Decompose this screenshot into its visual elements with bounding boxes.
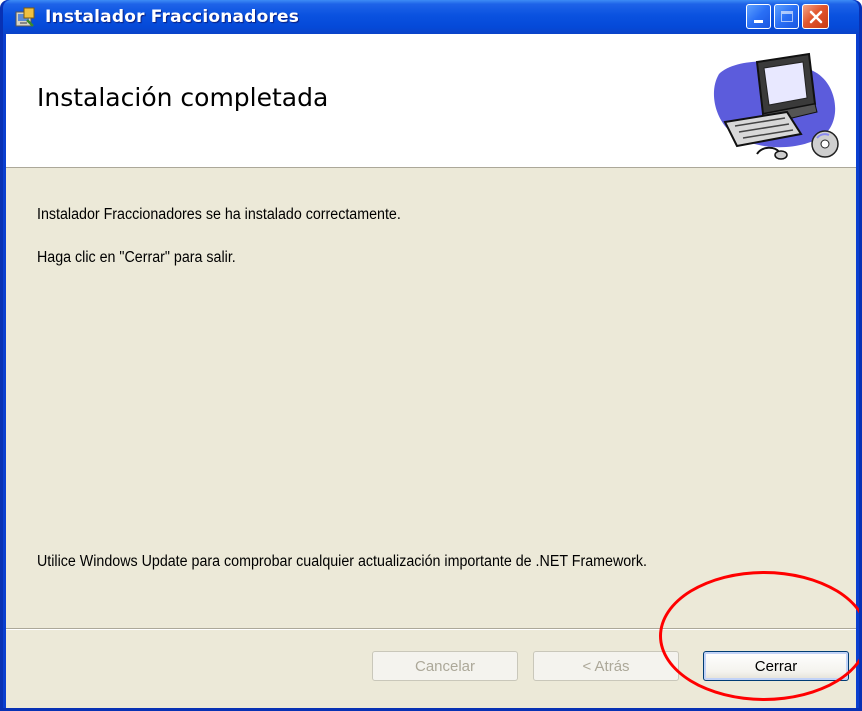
cancel-button[interactable]: Cancelar [372,651,518,681]
close-window-button[interactable] [802,4,829,29]
installer-app-icon [15,7,35,27]
title-bar[interactable]: Instalador Fraccionadores [3,0,859,34]
maximize-button[interactable] [774,4,799,29]
installer-window: Instalador Fraccionadores Instalación co… [0,0,862,711]
computer-cd-icon [713,52,839,160]
button-separator [6,628,856,630]
close-icon [809,10,822,23]
close-button[interactable]: Cerrar [703,651,849,681]
windows-update-note: Utilice Windows Update para comprobar cu… [37,553,648,570]
minimize-button[interactable] [746,4,771,29]
maximize-icon [780,11,793,22]
dialog-client-area: Instalación completada Instalador Fracci… [6,34,856,708]
header-banner: Instalación completada [6,34,856,168]
window-title: Instalador Fraccionadores [45,7,300,27]
minimize-icon [754,20,763,23]
exit-instruction: Haga clic en "Cerrar" para salir. [37,249,236,266]
back-button[interactable]: < Atrás [533,651,679,681]
page-title: Instalación completada [37,83,329,112]
success-message: Instalador Fraccionadores se ha instalad… [37,206,401,223]
